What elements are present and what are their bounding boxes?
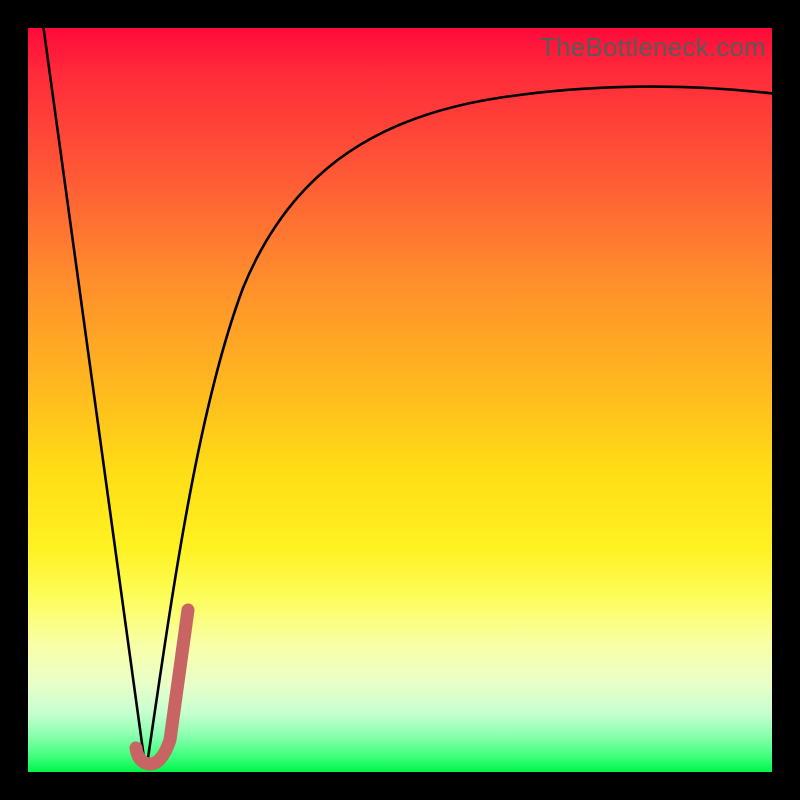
left-descent-line bbox=[43, 24, 144, 758]
outer-frame: TheBottleneck.com bbox=[0, 0, 800, 800]
j-hook-overlay bbox=[136, 610, 188, 764]
right-saturating-curve bbox=[148, 87, 776, 758]
curve-layer bbox=[28, 28, 772, 772]
plot-area: TheBottleneck.com bbox=[28, 28, 772, 772]
